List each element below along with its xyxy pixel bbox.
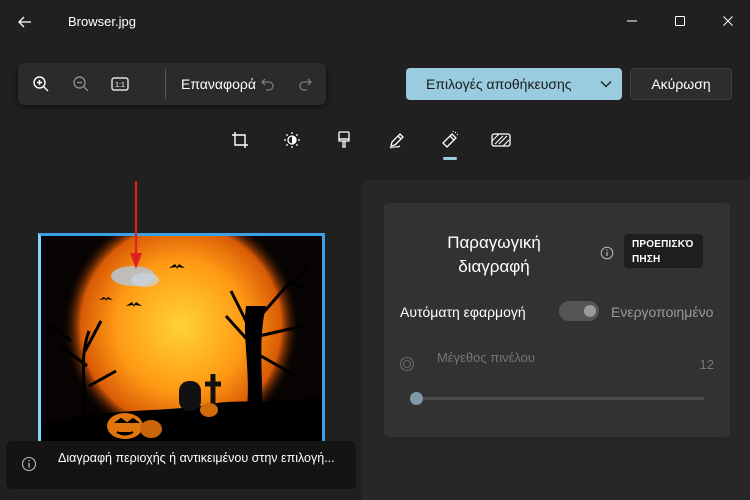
- brush-size-slider[interactable]: [414, 397, 704, 400]
- minimize-icon: [627, 20, 637, 22]
- auto-apply-label: Αυτόματη εφαρμογή: [400, 304, 526, 320]
- tab-crop[interactable]: [228, 128, 252, 152]
- chevron-down-icon: [600, 81, 612, 88]
- status-toast: Διαγραφή περιοχής ή αντικειμένου στην επ…: [6, 441, 356, 489]
- generative-erase-card: Παραγωγική διαγραφή ΠΡΟΕΠΙΣΚΌ ΠΗΣΗ Αυτόμ…: [384, 203, 730, 437]
- window-title: Browser.jpg: [68, 14, 136, 29]
- zoom-out-button[interactable]: [69, 73, 93, 95]
- zoom-in-icon: [33, 76, 49, 92]
- selected-tab-indicator: [443, 157, 457, 160]
- panel-title: Παραγωγική διαγραφή: [447, 233, 541, 276]
- info-icon: [21, 456, 37, 472]
- zoom-in-button[interactable]: [29, 73, 53, 95]
- annotation-arrow: [130, 181, 142, 269]
- draw-pen-icon: [389, 133, 404, 149]
- zoom-out-icon: [73, 76, 89, 92]
- zoom-toolbar: 1:1 Επαναφορά: [18, 63, 326, 105]
- actual-size-button[interactable]: 1:1: [108, 73, 132, 95]
- brush-size-label: Μέγεθος πινέλου: [436, 350, 536, 365]
- cancel-button[interactable]: Ακύρωση: [630, 68, 732, 100]
- svg-text:1:1: 1:1: [115, 82, 125, 89]
- auto-apply-toggle[interactable]: [559, 301, 599, 321]
- info-icon[interactable]: [600, 246, 614, 260]
- tab-markup[interactable]: [385, 128, 409, 152]
- toast-message: Διαγραφή περιοχής ή αντικειμένου στην επ…: [58, 451, 335, 465]
- image-canvas[interactable]: [38, 233, 325, 443]
- tab-filter[interactable]: [332, 128, 356, 152]
- crop-icon: [232, 132, 248, 148]
- halloween-photo: [41, 236, 322, 443]
- redo-icon: [299, 78, 312, 91]
- erase-icon: [442, 131, 459, 148]
- maximize-button[interactable]: [666, 8, 694, 34]
- tab-background[interactable]: [489, 128, 513, 152]
- brush-size-slider-thumb[interactable]: [410, 392, 423, 405]
- auto-apply-state: Ενεργοποιημένο: [611, 304, 714, 320]
- back-arrow-icon: [18, 16, 31, 28]
- brush-size-icon: [399, 356, 415, 372]
- save-options-dropdown[interactable]: [598, 76, 614, 92]
- undo-icon: [261, 78, 274, 91]
- redo-button[interactable]: [294, 73, 318, 95]
- toolbar-divider: [165, 69, 166, 99]
- toast-info: [21, 456, 37, 472]
- close-button[interactable]: [714, 8, 742, 34]
- reset-button[interactable]: Επαναφορά: [181, 76, 256, 92]
- actual-size-icon: 1:1: [111, 77, 129, 91]
- close-icon: [723, 16, 733, 26]
- preview-badge: ΠΡΟΕΠΙΣΚΌ ΠΗΣΗ: [624, 234, 703, 268]
- save-options-label: Επιλογές αποθήκευσης: [426, 76, 572, 92]
- maximize-icon: [675, 16, 685, 26]
- toggle-knob: [584, 305, 596, 317]
- tab-erase[interactable]: [438, 128, 462, 152]
- tab-adjust[interactable]: [280, 128, 304, 152]
- save-options-button[interactable]: Επιλογές αποθήκευσης: [406, 68, 622, 100]
- undo-button[interactable]: [255, 73, 279, 95]
- title-bar: Browser.jpg: [0, 0, 750, 44]
- brush-size-value: 12: [699, 357, 714, 372]
- background-blur-icon: [491, 133, 511, 147]
- markup-brush-icon: [338, 131, 350, 148]
- adjust-brightness-icon: [284, 132, 300, 148]
- back-button[interactable]: [14, 11, 36, 33]
- minimize-button[interactable]: [618, 8, 646, 34]
